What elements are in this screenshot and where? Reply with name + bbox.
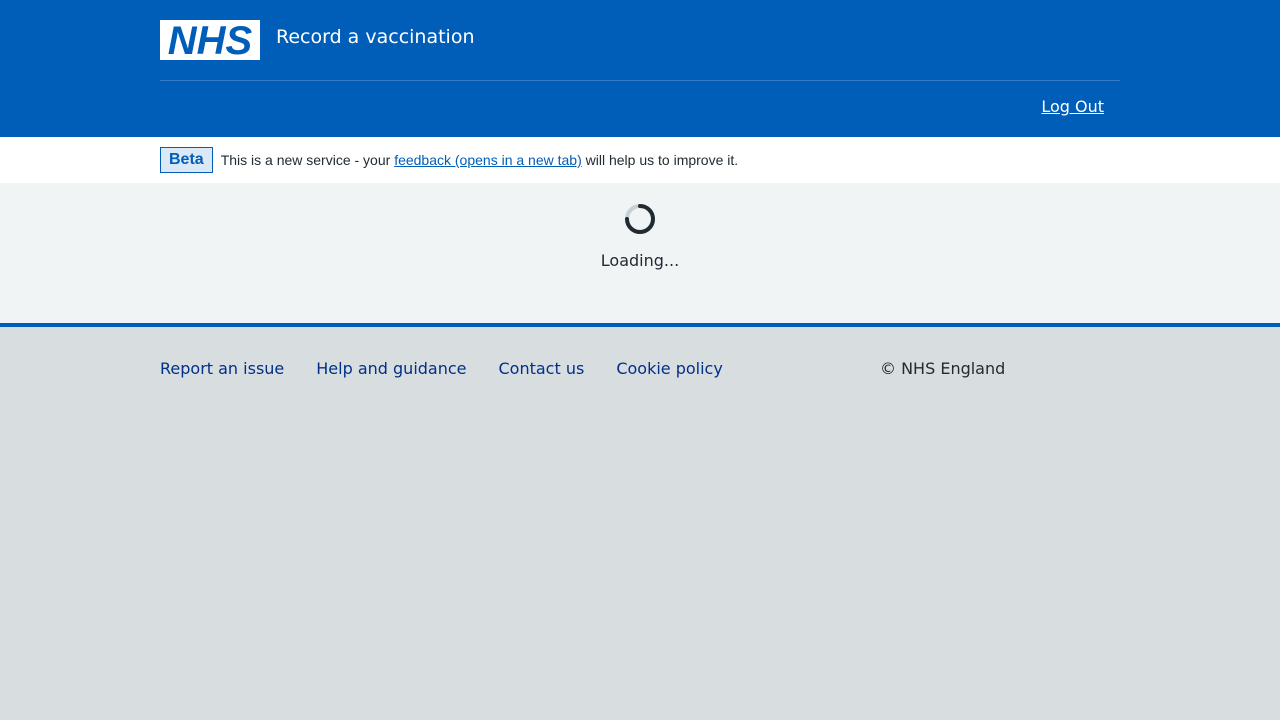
beta-text-before: This is a new service - your [220,152,395,168]
main-content: Loading... [0,183,1280,323]
logout-link[interactable]: Log Out [1041,95,1104,119]
beta-banner: Beta This is a new service - your feedba… [0,137,1280,183]
loading-text: Loading... [600,251,680,270]
header-container: NHS Record a vaccination Log Out [160,0,1120,137]
beta-container: Beta This is a new service - your feedba… [160,137,1120,173]
header-divider [160,80,1120,81]
site-header: NHS Record a vaccination Log Out [0,0,1280,137]
nhs-logo-icon: NHS [160,20,260,60]
feedback-link[interactable]: feedback (opens in a new tab) [394,152,582,168]
footer-item-help: Help and guidance [316,359,466,379]
footer-item-contact: Contact us [499,359,585,379]
loading-spinner-icon [624,203,656,235]
copyright: © NHS England [880,359,1006,378]
help-guidance-link[interactable]: Help and guidance [316,359,466,378]
footer-container: Report an issue Help and guidance Contac… [160,327,1120,379]
contact-us-link[interactable]: Contact us [499,359,585,378]
footer-item-report: Report an issue [160,359,284,379]
cookie-policy-link[interactable]: Cookie policy [616,359,723,378]
service-name[interactable]: Record a vaccination [276,25,475,49]
footer-item-cookie: Cookie policy [616,359,723,379]
beta-message: This is a new service - your feedback (o… [221,152,738,168]
site-footer: Report an issue Help and guidance Contac… [0,323,1280,720]
nhs-logo-text: NHS [168,20,253,60]
report-issue-link[interactable]: Report an issue [160,359,284,378]
nhs-logo[interactable]: NHS [160,20,260,60]
beta-text-after: will help us to improve it. [581,152,739,168]
beta-tag: Beta [160,147,213,173]
